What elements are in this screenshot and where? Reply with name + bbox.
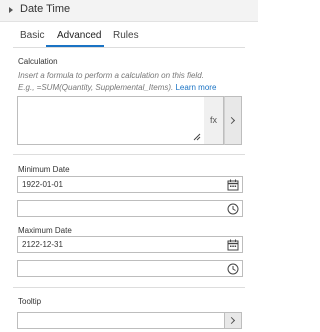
fx-icon: fx bbox=[209, 115, 217, 125]
chevron-right-icon bbox=[227, 116, 236, 125]
help-line-2: E.g., =SUM(Quantity, Supplemental_Items)… bbox=[18, 82, 253, 94]
section-header[interactable]: Date Time bbox=[0, 0, 258, 22]
calendar-icon[interactable] bbox=[227, 239, 239, 251]
section-divider bbox=[13, 287, 245, 288]
calculation-formula-input[interactable] bbox=[17, 96, 205, 145]
expand-tooltip-button[interactable] bbox=[224, 312, 242, 329]
minimum-time-input[interactable] bbox=[17, 200, 243, 217]
section-title: Date Time bbox=[20, 3, 71, 15]
resize-grip-icon[interactable] bbox=[193, 133, 201, 141]
clock-icon[interactable] bbox=[227, 203, 239, 215]
help-example: E.g., =SUM(Quantity, Supplemental_Items)… bbox=[18, 83, 174, 92]
maximum-date-label: Maximum Date bbox=[18, 226, 72, 235]
tab-advanced[interactable]: Advanced bbox=[57, 30, 101, 41]
calculation-help-text: Insert a formula to perform a calculatio… bbox=[18, 70, 253, 94]
maximum-time-input[interactable] bbox=[17, 260, 243, 277]
expand-caret-icon[interactable] bbox=[9, 7, 13, 13]
tab-rules[interactable]: Rules bbox=[113, 30, 139, 41]
minimum-date-input[interactable]: 1922-01-01 bbox=[17, 176, 243, 193]
expand-formula-button[interactable] bbox=[224, 96, 242, 145]
maximum-date-input[interactable]: 2122-12-31 bbox=[17, 236, 243, 253]
help-line-1: Insert a formula to perform a calculatio… bbox=[18, 71, 204, 80]
minimum-date-value: 1922-01-01 bbox=[22, 180, 63, 189]
maximum-date-value: 2122-12-31 bbox=[22, 240, 63, 249]
tabs-divider bbox=[13, 47, 245, 48]
clock-icon[interactable] bbox=[227, 263, 239, 275]
tab-basic[interactable]: Basic bbox=[20, 30, 44, 41]
tooltip-label: Tooltip bbox=[18, 297, 42, 306]
formula-builder-button[interactable]: fx bbox=[204, 96, 224, 145]
calendar-icon[interactable] bbox=[227, 179, 239, 191]
section-divider bbox=[13, 154, 245, 155]
tooltip-input[interactable] bbox=[17, 312, 225, 329]
chevron-right-icon bbox=[227, 316, 236, 325]
minimum-date-label: Minimum Date bbox=[18, 165, 70, 174]
calculation-label: Calculation bbox=[18, 57, 58, 66]
learn-more-link[interactable]: Learn more bbox=[175, 83, 216, 92]
